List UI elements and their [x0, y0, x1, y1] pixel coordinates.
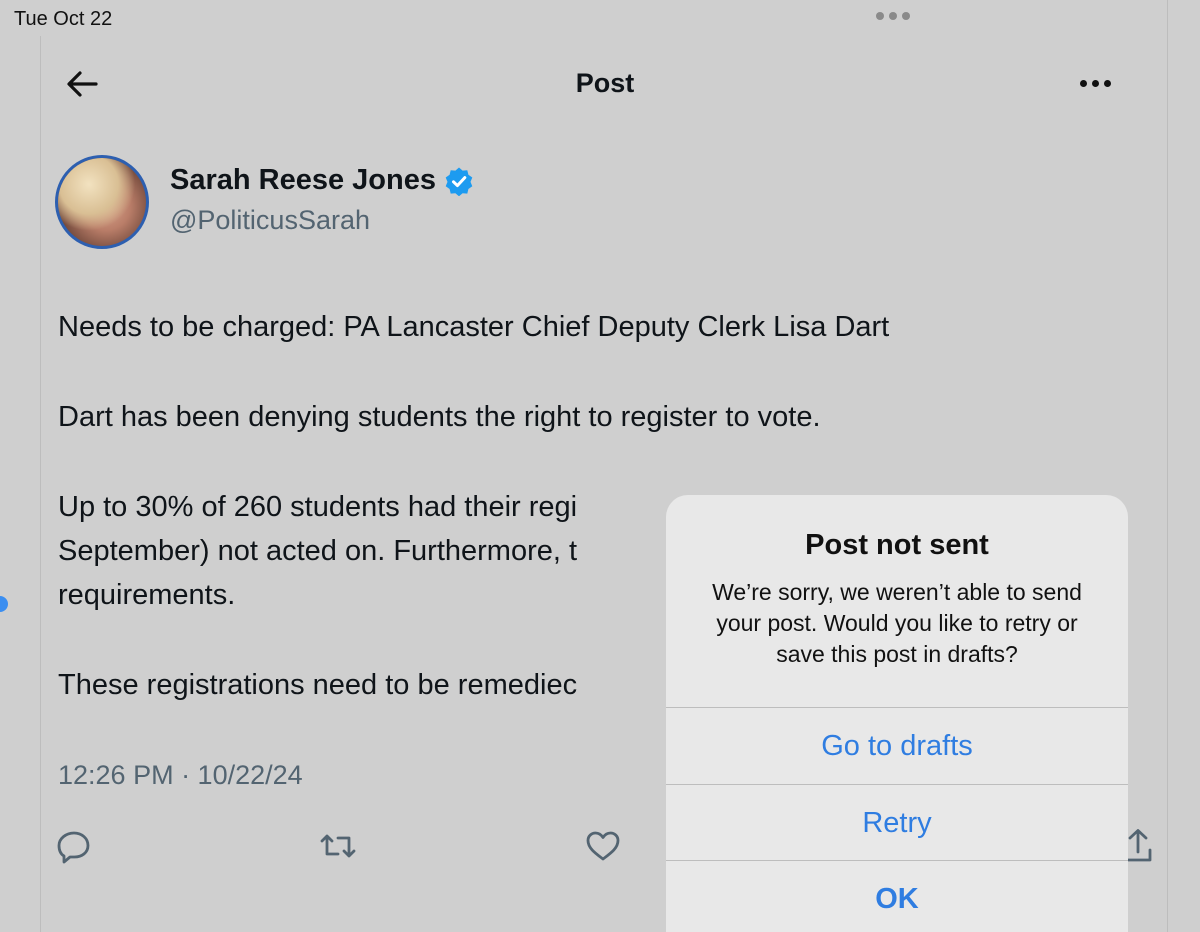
like-button[interactable] — [583, 826, 623, 866]
more-options-icon[interactable] — [1080, 80, 1111, 87]
repost-button[interactable] — [318, 826, 358, 866]
reply-button[interactable] — [54, 826, 94, 866]
multitasking-dots-icon[interactable] — [876, 12, 910, 20]
post-paragraph: Dart has been denying students the right… — [58, 401, 821, 433]
status-date: Tue Oct 22 — [14, 8, 113, 30]
retry-button[interactable]: Retry — [666, 784, 1128, 861]
column-divider-right — [1167, 0, 1168, 932]
column-divider-left — [40, 36, 41, 932]
reply-icon — [57, 831, 90, 864]
like-icon — [586, 831, 620, 861]
post-not-sent-alert: Post not sent We’re sorry, we weren’t ab… — [666, 495, 1128, 932]
alert-message: We’re sorry, we weren’t able to send you… — [712, 579, 1082, 667]
author-name[interactable]: Sarah Reese Jones — [170, 164, 436, 197]
page-title: Post — [575, 68, 635, 98]
ok-button[interactable]: OK — [666, 860, 1128, 932]
verified-badge-icon — [445, 167, 473, 196]
indicator-dot — [0, 596, 8, 612]
post-timestamp: 12:26 PM · 10/22/24 — [58, 760, 303, 790]
alert-title: Post not sent — [805, 529, 989, 561]
author-name-row[interactable]: Sarah Reese Jones — [170, 164, 474, 197]
avatar[interactable] — [55, 155, 149, 249]
post-paragraph: Needs to be charged: PA Lancaster Chief … — [58, 311, 890, 343]
go-to-drafts-button[interactable]: Go to drafts — [666, 707, 1128, 784]
author-handle[interactable]: @PoliticusSarah — [170, 205, 370, 236]
repost-icon — [320, 834, 356, 858]
